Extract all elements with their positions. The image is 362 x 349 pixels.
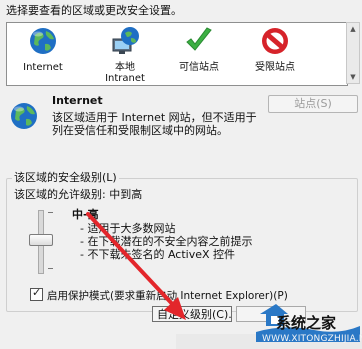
scroll-up-icon[interactable]: ▲ xyxy=(347,23,359,35)
level-point: - 不下载未签名的 ActiveX 控件 xyxy=(80,248,236,261)
slider-tick xyxy=(48,212,53,213)
zone-restricted-sites[interactable]: 受限站点 xyxy=(243,25,307,73)
zone-label: 受限站点 xyxy=(255,62,295,73)
level-point: - 适用于大多数网站 xyxy=(80,222,176,235)
zone-label: Internet xyxy=(23,62,63,73)
intro-text: 选择要查看的区域或更改安全设置。 xyxy=(6,4,182,17)
checkmark-icon xyxy=(183,25,215,57)
zone-intranet[interactable]: 本地 Intranet xyxy=(93,25,157,84)
restricted-icon xyxy=(259,25,291,57)
protected-mode-checkbox[interactable] xyxy=(30,286,43,301)
zone-internet[interactable]: Internet xyxy=(11,25,75,73)
watermark-url: WWW.XITONGZHIJIA.NET xyxy=(262,334,362,344)
custom-level-button[interactable]: 自定义级别(C)... xyxy=(152,306,232,322)
zone-list-scrollbar[interactable]: ▲ ▼ xyxy=(346,22,360,84)
zone-title: Internet xyxy=(52,94,103,107)
zone-label: 本地 Intranet xyxy=(105,62,145,84)
security-level-group-title: 该区域的安全级别(L) xyxy=(12,169,119,185)
globe-icon xyxy=(8,100,40,132)
slider-tick xyxy=(48,268,53,269)
scroll-down-icon[interactable]: ▼ xyxy=(347,71,359,83)
level-point: - 在下载潜在的不安全内容之前提示 xyxy=(80,235,253,248)
allowed-levels-text: 该区域的允许级别: 中到高 xyxy=(14,188,143,201)
security-level-slider-thumb[interactable] xyxy=(29,234,53,246)
zone-trusted-sites[interactable]: 可信站点 xyxy=(167,25,231,73)
sites-button[interactable]: 站点(S) xyxy=(268,95,358,113)
zone-list: Internet 本地 Intranet 可信站点 受限站点 xyxy=(6,22,348,86)
level-description: - 适用于大多数网站 - 在下载潜在的不安全内容之前提示 - 不下载未签名的 A… xyxy=(80,222,252,261)
watermark-text: 系统之家 xyxy=(276,314,337,332)
intranet-icon xyxy=(109,25,141,57)
level-name: 中-高 xyxy=(72,208,99,221)
protected-mode-label: 启用保护模式(要求重新启动 Internet Explorer)(P) xyxy=(47,290,288,302)
zone-label: 可信站点 xyxy=(179,62,219,73)
zone-description: 该区域适用于 Internet 网站，但不适用于列在受信任和受限制区域中的网站。 xyxy=(52,111,257,137)
globe-icon xyxy=(27,25,59,57)
protected-mode-option[interactable]: 启用保护模式(要求重新启动 Internet Explorer)(P) xyxy=(30,286,288,303)
